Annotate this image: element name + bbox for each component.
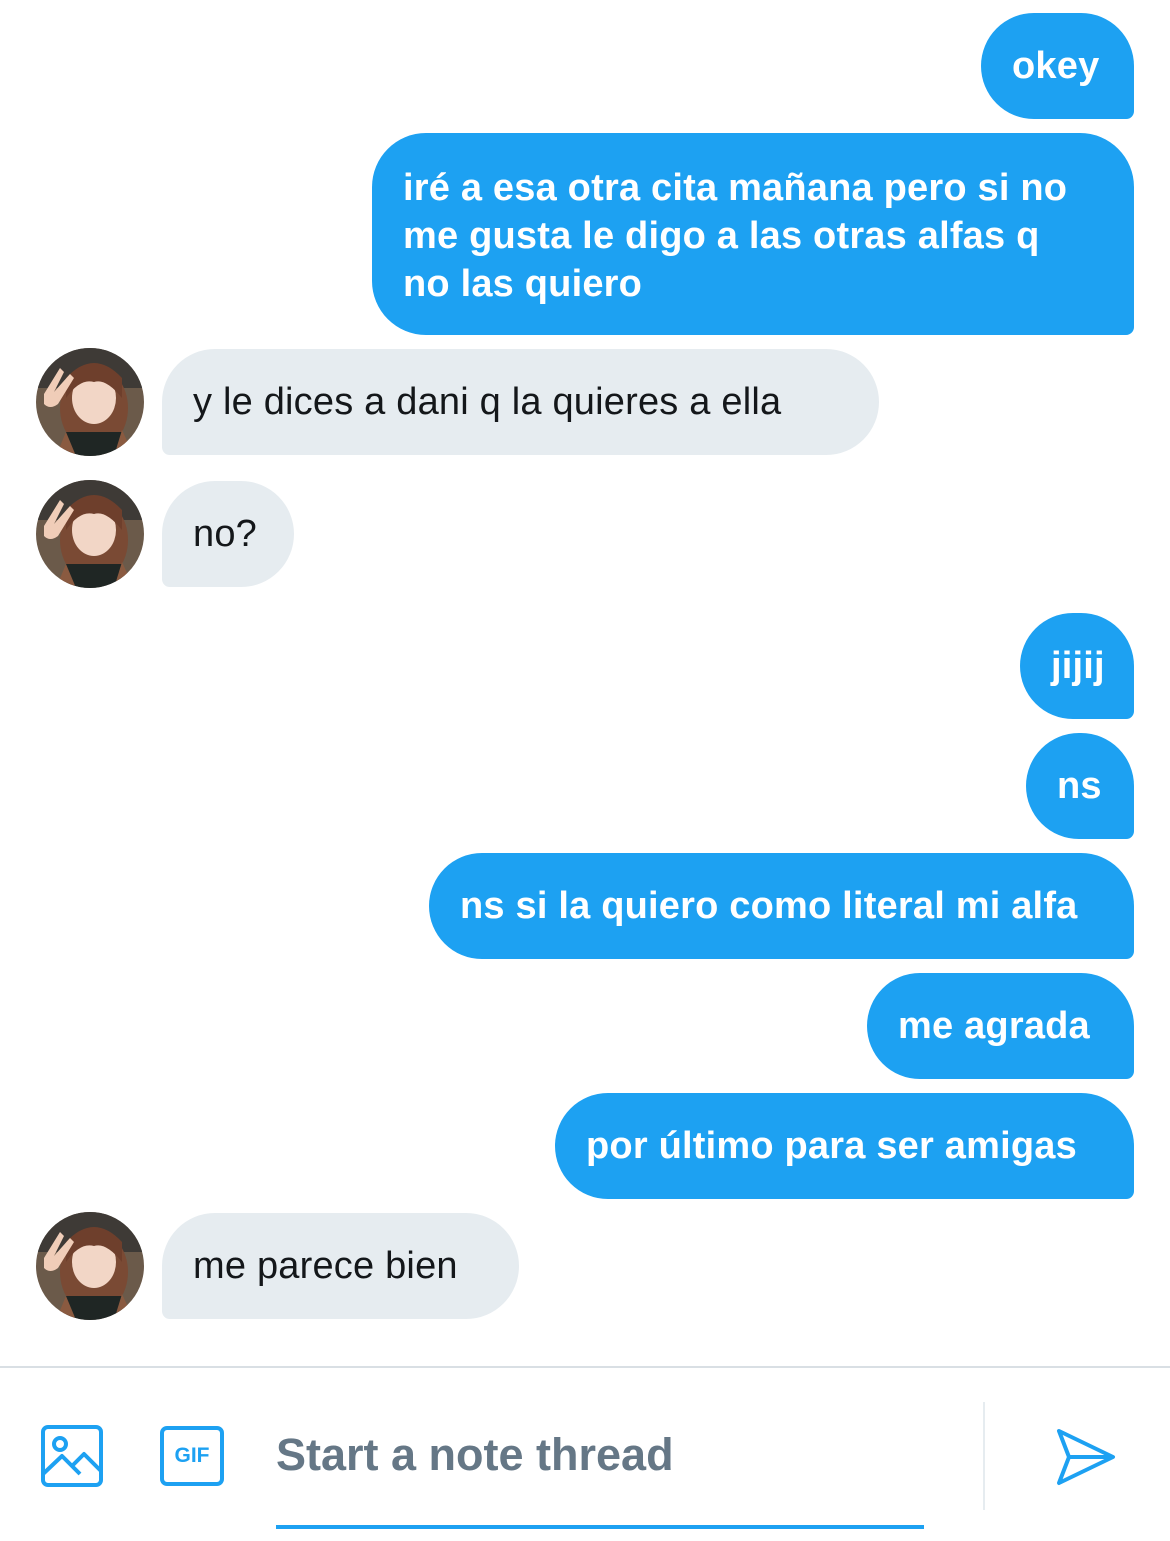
sent-message[interactable]: iré a esa otra cita mañana pero si no me… (372, 133, 1134, 335)
received-message[interactable]: me parece bien (162, 1213, 519, 1319)
image-icon (41, 1425, 103, 1487)
gif-button[interactable]: GIF (160, 1426, 224, 1486)
message-text-line: iré a esa otra cita mañana pero si no (403, 167, 1068, 209)
message-text: ns si la quiero como literal mi alfa (460, 885, 1078, 927)
send-button[interactable] (1055, 1426, 1117, 1488)
message-text: y le dices a dani q la quieres a ella (193, 381, 782, 423)
message-text: me parece bien (193, 1245, 458, 1287)
sent-message[interactable]: ns (1026, 733, 1134, 839)
message-text: me agrada (898, 1005, 1090, 1047)
message-text: ns (1057, 765, 1102, 807)
sent-message[interactable]: ns si la quiero como literal mi alfa (429, 853, 1134, 959)
sent-message[interactable]: me agrada (867, 973, 1134, 1079)
image-button[interactable] (40, 1424, 104, 1488)
received-message[interactable]: y le dices a dani q la quieres a ella (162, 349, 879, 455)
send-icon (1057, 1429, 1115, 1485)
received-message[interactable]: no? (162, 481, 294, 587)
message-text: no? (193, 513, 258, 555)
note-thread-input[interactable]: Start a note thread (276, 1424, 924, 1486)
avatar[interactable] (36, 480, 144, 588)
sent-message[interactable]: okey (981, 13, 1134, 119)
message-text: jijij (1051, 645, 1105, 687)
avatar[interactable] (36, 348, 144, 456)
message-text-line: no las quiero (403, 263, 643, 305)
message-text-line: me gusta le digo a las otras alfas q (403, 215, 1040, 257)
sent-message[interactable]: por último para ser amigas (555, 1093, 1134, 1199)
input-placeholder: Start a note thread (276, 1429, 674, 1480)
gif-label: GIF (174, 1444, 210, 1467)
message-text: okey (1012, 45, 1100, 87)
message-text: por último para ser amigas (586, 1125, 1077, 1167)
composer-bar: GIF Start a note thread (0, 1366, 1170, 1541)
message-thread: okey iré a esa otra cita mañana pero si … (0, 0, 1170, 1366)
input-underline (276, 1525, 924, 1529)
sent-message[interactable]: jijij (1020, 613, 1134, 719)
composer-divider (983, 1402, 985, 1510)
avatar[interactable] (36, 1212, 144, 1320)
